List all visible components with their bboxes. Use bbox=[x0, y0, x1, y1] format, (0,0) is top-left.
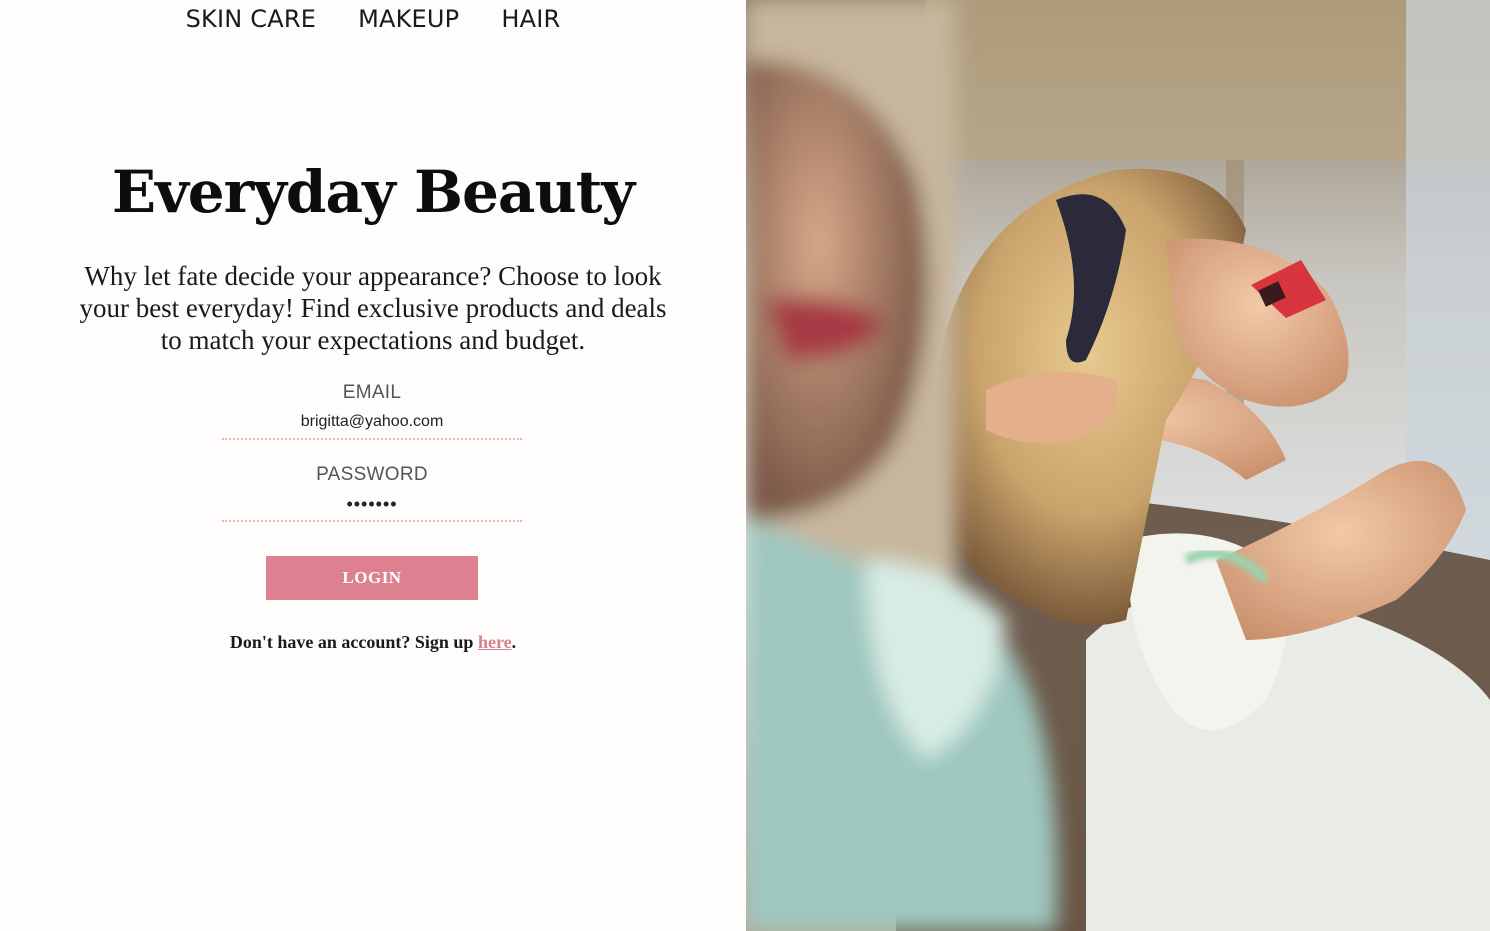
signup-link[interactable]: here bbox=[478, 632, 512, 652]
page-title: Everyday Beauty bbox=[111, 158, 635, 226]
hero-photo-illustration bbox=[746, 0, 1490, 931]
login-panel: SKIN CARE MAKEUP HAIR Everyday Beauty Wh… bbox=[0, 0, 746, 931]
top-nav: SKIN CARE MAKEUP HAIR bbox=[0, 5, 746, 33]
nav-item-makeup[interactable]: MAKEUP bbox=[357, 5, 460, 33]
email-field[interactable] bbox=[222, 406, 522, 440]
hero-photo bbox=[746, 0, 1490, 931]
password-label: PASSWORD bbox=[316, 464, 428, 485]
tagline: Why let fate decide your appearance? Cho… bbox=[79, 261, 667, 355]
password-field[interactable] bbox=[222, 488, 522, 522]
nav-item-skin-care[interactable]: SKIN CARE bbox=[185, 5, 317, 33]
signup-prompt: Don't have an account? Sign up here. bbox=[0, 632, 746, 653]
login-button[interactable]: LOGIN bbox=[266, 556, 478, 600]
login-form: EMAIL PASSWORD bbox=[222, 380, 522, 522]
email-label: EMAIL bbox=[342, 382, 402, 403]
email-group: EMAIL bbox=[222, 380, 522, 440]
signup-text: Don't have an account? Sign up bbox=[229, 632, 478, 652]
signup-suffix: . bbox=[511, 632, 517, 652]
page: SKIN CARE MAKEUP HAIR Everyday Beauty Wh… bbox=[0, 0, 1490, 931]
nav-item-hair[interactable]: HAIR bbox=[500, 5, 561, 33]
password-group: PASSWORD bbox=[222, 462, 522, 522]
